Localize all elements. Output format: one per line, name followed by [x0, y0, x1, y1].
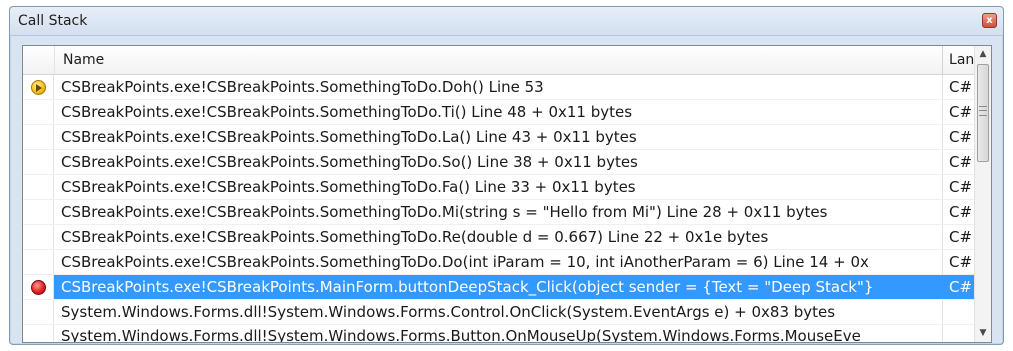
frame-language: C#	[949, 178, 973, 196]
scrollbar-thumb[interactable]	[977, 64, 989, 162]
frame-language: C#	[949, 278, 973, 296]
frame-name: CSBreakPoints.exe!CSBreakPoints.Somethin…	[54, 150, 943, 174]
stack-frame-list: CSBreakPoints.exe!CSBreakPoints.Somethin…	[23, 75, 974, 342]
stack-frame-row[interactable]: CSBreakPoints.exe!CSBreakPoints.Somethin…	[23, 150, 974, 175]
frame-name: CSBreakPoints.exe!CSBreakPoints.Somethin…	[54, 200, 943, 224]
scroll-down-button[interactable]: ▼	[975, 325, 991, 342]
stack-frame-row[interactable]: CSBreakPoints.exe!CSBreakPoints.Somethin…	[23, 225, 974, 250]
row-gutter	[23, 175, 54, 199]
frame-name: CSBreakPoints.exe!CSBreakPoints.Somethin…	[54, 225, 943, 249]
title-bar[interactable]: Call Stack x	[10, 7, 1003, 36]
frame-name: System.Windows.Forms.dll!System.Windows.…	[54, 325, 943, 342]
frame-language: C#	[949, 78, 973, 96]
frame-name: CSBreakPoints.exe!CSBreakPoints.Somethin…	[54, 100, 943, 124]
row-gutter	[23, 200, 54, 224]
frame-name: CSBreakPoints.exe!CSBreakPoints.Somethin…	[54, 250, 943, 274]
stack-frame-row[interactable]: CSBreakPoints.exe!CSBreakPoints.Somethin…	[23, 125, 974, 150]
frame-language	[943, 300, 974, 324]
scroll-up-button[interactable]: ▲	[975, 46, 991, 63]
window-title: Call Stack	[18, 13, 88, 29]
close-icon: x	[986, 15, 993, 26]
frame-language	[943, 325, 974, 342]
scroll-down-arrow-icon: ▼	[979, 328, 987, 338]
current-statement-arrow-icon	[30, 79, 46, 95]
scroll-up-arrow-icon: ▲	[979, 49, 987, 59]
frame-language: C#	[949, 253, 973, 271]
frame-name: CSBreakPoints.exe!CSBreakPoints.Somethin…	[54, 125, 943, 149]
row-gutter	[23, 125, 54, 149]
stack-frame-row-selected[interactable]: CSBreakPoints.exe!CSBreakPoints.MainForm…	[23, 275, 974, 300]
row-gutter	[23, 100, 54, 124]
call-stack-window: Call Stack x Name Lang CSBreakPoints.exe…	[9, 6, 1004, 345]
close-button[interactable]: x	[982, 13, 997, 28]
row-gutter	[23, 250, 54, 274]
frame-language: C#	[949, 128, 973, 146]
row-gutter	[23, 225, 54, 249]
row-gutter	[23, 300, 54, 324]
row-gutter	[23, 275, 54, 299]
thumb-grip-icon	[979, 106, 987, 116]
breakpoint-icon	[30, 279, 46, 295]
row-gutter	[23, 75, 54, 99]
frame-name: CSBreakPoints.exe!CSBreakPoints.Somethin…	[54, 175, 943, 199]
frame-name: CSBreakPoints.exe!CSBreakPoints.Somethin…	[54, 75, 943, 99]
frame-name: System.Windows.Forms.dll!System.Windows.…	[54, 300, 943, 324]
vertical-scrollbar[interactable]: ▲ ▼	[974, 46, 991, 342]
stack-frame-row[interactable]: CSBreakPoints.exe!CSBreakPoints.Somethin…	[23, 175, 974, 200]
frame-language: C#	[949, 153, 973, 171]
call-stack-grid: Name Lang CSBreakPoints.exe!CSBreakPoint…	[22, 45, 992, 343]
stack-frame-row[interactable]: System.Windows.Forms.dll!System.Windows.…	[23, 300, 974, 325]
column-header-language[interactable]: Lang	[943, 46, 974, 74]
row-gutter	[23, 325, 54, 342]
stack-frame-row[interactable]: CSBreakPoints.exe!CSBreakPoints.Somethin…	[23, 100, 974, 125]
header-gutter	[23, 46, 55, 74]
stack-frame-row[interactable]: System.Windows.Forms.dll!System.Windows.…	[23, 325, 974, 342]
column-header-name[interactable]: Name	[55, 46, 944, 74]
column-header-row: Name Lang	[23, 46, 974, 75]
stack-frame-row[interactable]: CSBreakPoints.exe!CSBreakPoints.Somethin…	[23, 250, 974, 275]
stack-frame-row[interactable]: CSBreakPoints.exe!CSBreakPoints.Somethin…	[23, 200, 974, 225]
frame-language: C#	[949, 203, 973, 221]
frame-language: C#	[949, 103, 973, 121]
frame-language: C#	[949, 228, 973, 246]
row-gutter	[23, 150, 54, 174]
frame-name: CSBreakPoints.exe!CSBreakPoints.MainForm…	[54, 275, 943, 299]
stack-frame-row[interactable]: CSBreakPoints.exe!CSBreakPoints.Somethin…	[23, 75, 974, 100]
